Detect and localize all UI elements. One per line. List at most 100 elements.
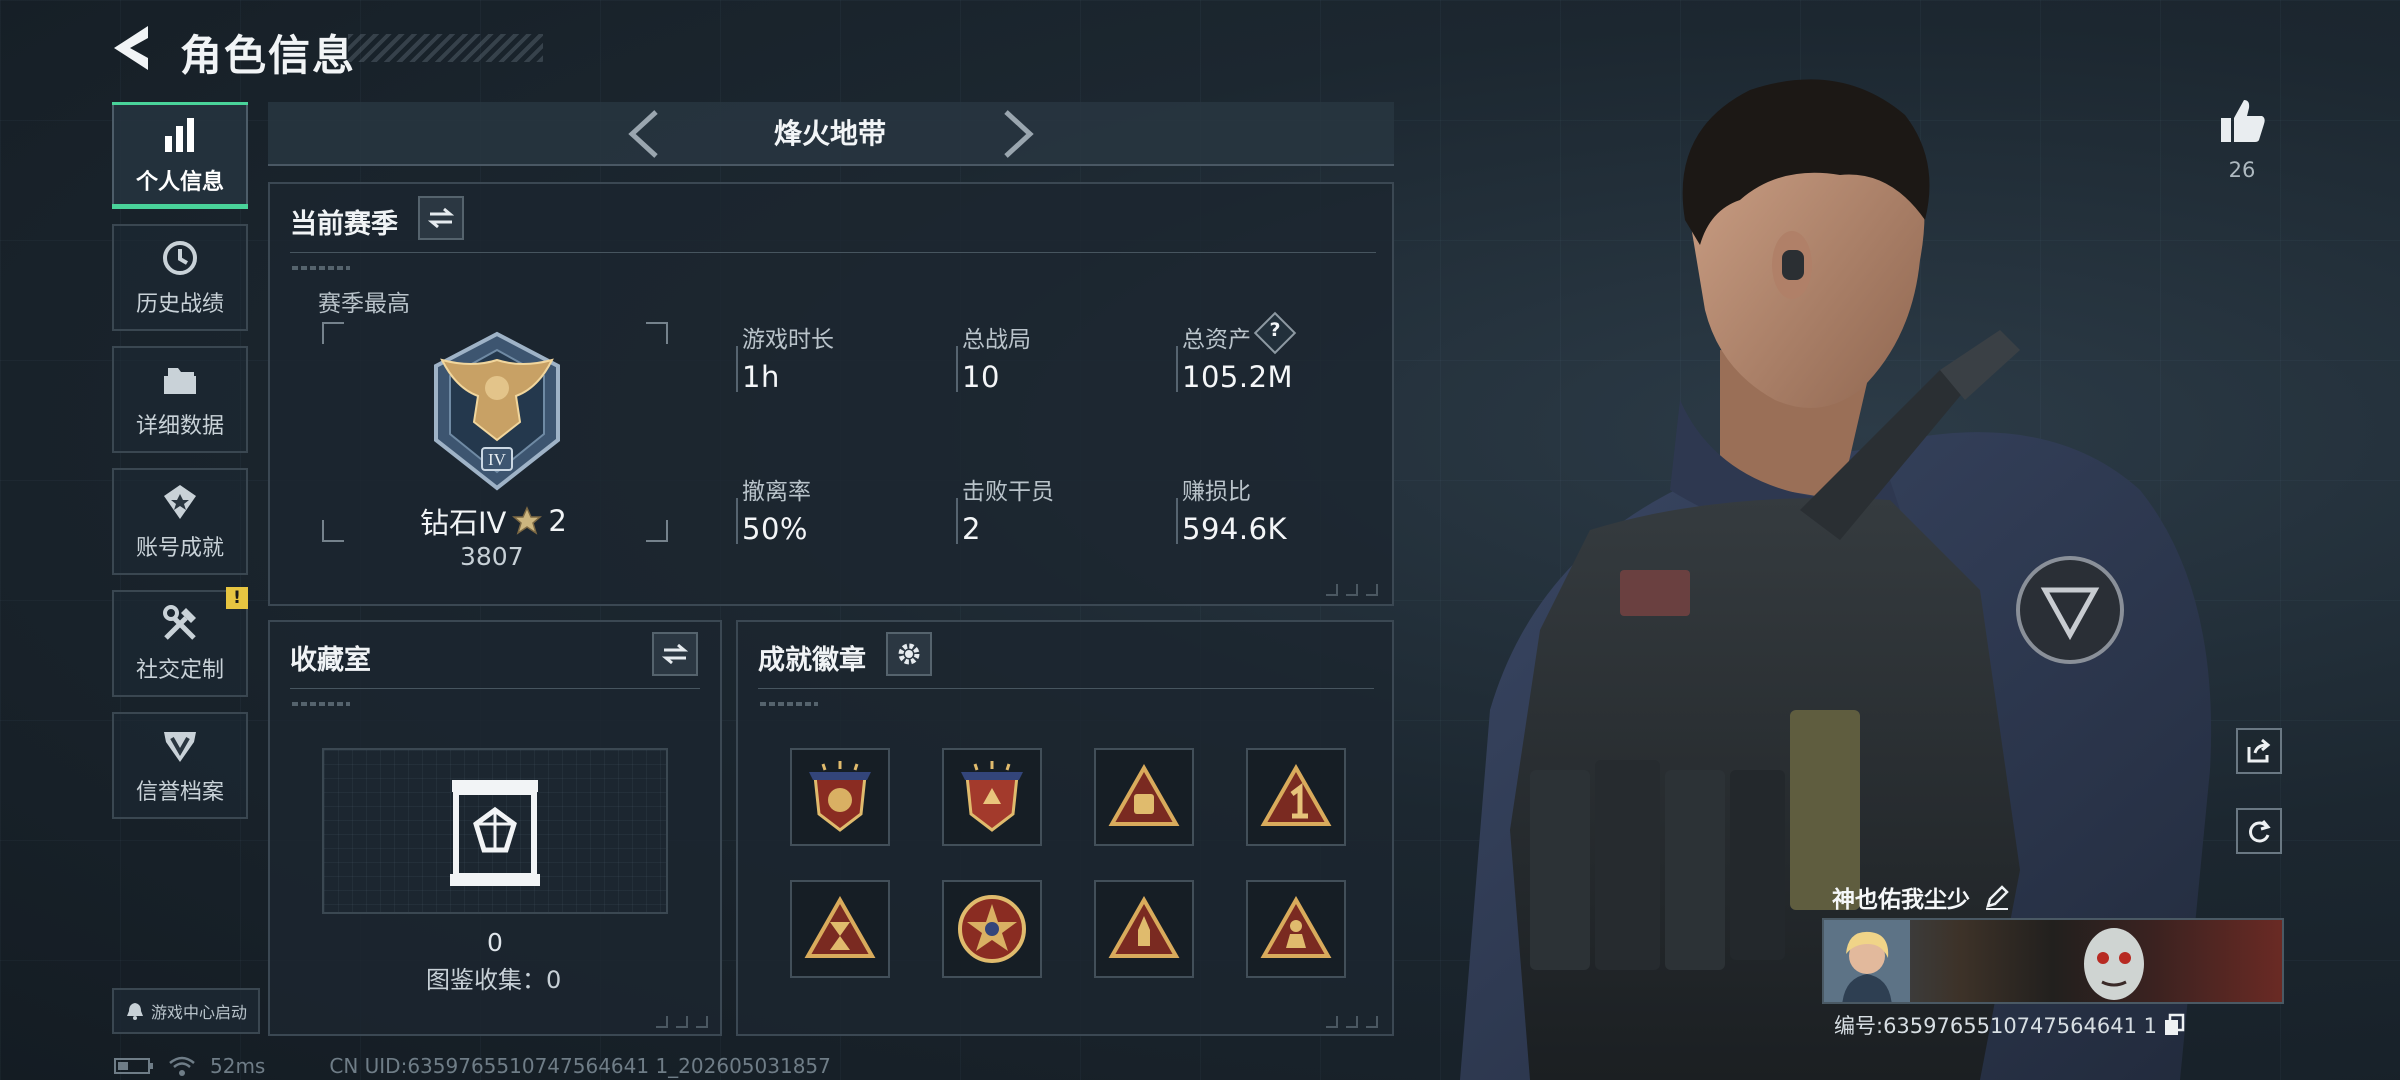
mode-title: 烽火地带: [773, 117, 886, 150]
previous-mode-chevron-icon[interactable]: [622, 108, 668, 160]
launch-label: 游戏中心启动: [150, 1003, 247, 1022]
sidebar-item-details[interactable]: 详细数据: [112, 346, 248, 453]
svg-text:IV: IV: [488, 450, 507, 469]
swap-arrows-icon: [662, 643, 688, 665]
sidebar-item-label: 个人信息: [135, 169, 224, 195]
stat-divider: [736, 498, 738, 544]
badge-slot[interactable]: [790, 880, 890, 978]
star-shield-badge-2-icon: [961, 761, 1023, 832]
edit-pencil-icon[interactable]: [1984, 884, 2010, 910]
display-cabinet-icon: [450, 780, 540, 886]
sidebar-item-label: 信誉档案: [135, 779, 224, 805]
stat-divider: [956, 498, 958, 544]
rank-frame-corner: [322, 322, 344, 344]
stat-label-extract-rate: 撤离率: [742, 479, 811, 505]
season-switch-button[interactable]: [418, 196, 464, 240]
battery-icon: [114, 1058, 153, 1074]
rank-line: 钻石IV 2: [420, 500, 567, 542]
player-id-row: 编号:6359765510747564641 1: [1834, 1010, 2185, 1040]
back-arrow-icon[interactable]: [108, 22, 158, 74]
sidebar-item-achievements[interactable]: 账号成就: [112, 468, 248, 575]
collection-progress-label: 图鉴收集：0: [426, 966, 562, 994]
panel-corner-marks: [1326, 584, 1382, 596]
panel-corner-marks: [656, 1016, 712, 1028]
bell-icon: [126, 1003, 143, 1020]
stat-value-total-matches: 10: [962, 360, 1000, 394]
badges-panel-title: 成就徽章: [758, 645, 866, 676]
page-title: 角色信息: [180, 31, 357, 80]
sidebar-item-label: 详细数据: [135, 413, 224, 439]
assets-help-label: ?: [1269, 319, 1281, 341]
sidebar-item-label: 历史战绩: [135, 291, 224, 317]
collection-switch-button[interactable]: [652, 632, 698, 676]
likes-count: 26: [2228, 158, 2256, 182]
status-footer: 52ms CN UID:6359765510747564641 1_202605…: [114, 1054, 831, 1078]
badge-slot[interactable]: [942, 880, 1042, 978]
divider-dots: [292, 266, 350, 270]
badge-slot[interactable]: [1246, 748, 1346, 846]
stat-divider: [956, 346, 958, 392]
ping-value: 52ms: [210, 1054, 266, 1078]
sidebar-item-personal-info[interactable]: 个人信息: [112, 102, 248, 209]
rank-stars: 2: [548, 504, 567, 538]
collection-divider: [290, 688, 700, 689]
badge-slot[interactable]: [1246, 880, 1346, 978]
triangle-rocket-badge-icon: [1108, 896, 1180, 958]
wifi-icon: [169, 1056, 195, 1076]
refresh-icon: [2249, 820, 2271, 843]
badge-slot[interactable]: [1094, 748, 1194, 846]
reputation-icon: [164, 731, 196, 762]
title-decoration: [348, 34, 543, 62]
stat-value-extract-rate: 50%: [742, 512, 808, 546]
season-divider: [290, 252, 1376, 253]
rank-frame-corner: [646, 520, 668, 542]
history-clock-icon: [163, 240, 197, 275]
badge-settings-button[interactable]: [886, 632, 932, 676]
season-panel-title: 当前赛季: [290, 209, 398, 240]
triangle-soldier-badge-icon: [1260, 896, 1332, 958]
bar-chart-icon: [165, 117, 194, 152]
sidebar-item-label: 社交定制: [135, 657, 224, 683]
badge-slot[interactable]: [1094, 880, 1194, 978]
player-name: 神也佑我尘少: [1832, 887, 1970, 913]
rotate-model-button[interactable]: [2236, 808, 2282, 854]
stat-label-profit-ratio: 赚损比: [1182, 479, 1251, 505]
player-card-banner[interactable]: [1822, 918, 2284, 1004]
swap-arrows-icon: [428, 207, 454, 229]
stat-label-operators-defeated: 击败干员: [962, 479, 1054, 505]
star-shield-badge-icon: [809, 761, 871, 832]
sidebar-item-label: 账号成就: [135, 535, 224, 561]
stat-value-profit-ratio: 594.6K: [1182, 512, 1288, 546]
badges-divider: [758, 688, 1374, 689]
like-thumb-icon[interactable]: [2218, 96, 2268, 146]
divider-dots: [292, 702, 350, 706]
rank-emblem-icon: IV: [434, 331, 560, 491]
stat-label-total-assets: 总资产: [1182, 327, 1251, 353]
round-star-badge-icon: [958, 895, 1026, 963]
achievement-icon: [164, 484, 196, 519]
share-button[interactable]: [2236, 728, 2282, 774]
rank-frame-corner: [322, 520, 344, 542]
share-icon: [2247, 738, 2271, 763]
notification-badge: !: [226, 587, 248, 609]
player-id: 编号:6359765510747564641 1: [1834, 1014, 2157, 1038]
stat-value-operators-defeated: 2: [962, 512, 981, 546]
rank-frame-corner: [646, 322, 668, 344]
stat-divider: [736, 346, 738, 392]
triangle-hourglass-badge-icon: [804, 896, 876, 958]
badge-slot[interactable]: [942, 748, 1042, 846]
card-art-mask-icon: [2084, 928, 2144, 1000]
player-name-row: 神也佑我尘少: [1832, 880, 2010, 914]
sidebar-item-history[interactable]: 历史战绩: [112, 224, 248, 331]
game-center-launch-button[interactable]: 游戏中心启动: [112, 988, 260, 1034]
badge-slot[interactable]: [790, 748, 890, 846]
tools-icon: [163, 604, 196, 640]
copy-icon[interactable]: [2163, 1013, 2185, 1037]
stat-divider: [1176, 498, 1178, 544]
stat-label-total-matches: 总战局: [962, 327, 1031, 353]
star-icon: [512, 506, 543, 535]
sidebar-item-reputation[interactable]: 信誉档案: [112, 712, 248, 819]
next-mode-chevron-icon[interactable]: [994, 108, 1040, 160]
stat-value-play-time: 1h: [742, 360, 780, 394]
stat-label-play-time: 游戏时长: [742, 327, 834, 353]
